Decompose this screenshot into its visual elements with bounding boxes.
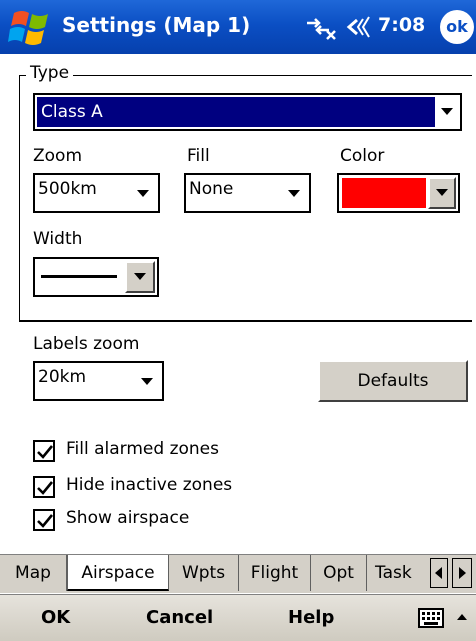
tab-opt[interactable]: Opt [311, 555, 367, 591]
help-softkey[interactable]: Help [288, 607, 334, 628]
checkmark-icon [37, 481, 54, 495]
width-select[interactable] [33, 257, 159, 297]
ok-softkey[interactable]: OK [41, 607, 70, 628]
labels-zoom-label: Labels zoom [33, 334, 140, 354]
checkmark-icon [37, 445, 54, 459]
fill-label: Fill [187, 146, 210, 166]
color-dropdown-button[interactable] [428, 177, 456, 209]
cancel-softkey[interactable]: Cancel [146, 607, 213, 628]
width-dropdown-button[interactable] [125, 261, 155, 293]
tab-scroll-left-button[interactable] [430, 558, 448, 588]
color-select[interactable] [337, 173, 460, 213]
chevron-down-icon [137, 190, 149, 197]
chevron-down-icon [436, 189, 448, 196]
ok-close-button[interactable]: ok [440, 10, 474, 44]
type-select[interactable]: Class A [33, 93, 462, 131]
fill-select[interactable]: None [184, 173, 311, 213]
window-title: Settings (Map 1) [62, 13, 251, 37]
checkmark-icon [37, 514, 54, 528]
type-select-value: Class A [41, 102, 103, 122]
checkbox-label: Hide inactive zones [66, 475, 233, 495]
tab-map[interactable]: Map [0, 555, 67, 591]
triangle-right-icon [459, 567, 466, 579]
color-swatch [342, 178, 426, 208]
line-width-preview [41, 275, 117, 278]
type-group-legend: Type [26, 63, 74, 83]
connectivity-icon[interactable] [305, 14, 337, 40]
tab-flight[interactable]: Flight [239, 555, 311, 591]
clock[interactable]: 7:08 [378, 14, 425, 36]
chevron-down-icon [441, 108, 453, 115]
chevron-down-icon [141, 378, 153, 385]
checkbox-box[interactable] [33, 440, 55, 462]
tab-bar: Map Airspace Wpts Flight Opt Task [0, 554, 476, 593]
keyboard-icon[interactable] [418, 608, 444, 628]
checkbox-label: Fill alarmed zones [66, 439, 219, 459]
zoom-select[interactable]: 500km [33, 173, 160, 213]
tab-wpts[interactable]: Wpts [169, 555, 239, 591]
labels-zoom-value: 20km [38, 367, 87, 387]
tab-airspace[interactable]: Airspace [67, 555, 169, 591]
checkbox-box[interactable] [33, 476, 55, 498]
fill-select-value: None [189, 179, 234, 199]
zoom-select-value: 500km [38, 179, 97, 199]
chevron-down-icon [288, 190, 300, 197]
chevron-up-icon[interactable] [455, 610, 469, 624]
checkbox-label: Show airspace [66, 508, 190, 528]
checkbox-box[interactable] [33, 509, 55, 531]
color-label: Color [340, 146, 385, 166]
width-label: Width [33, 229, 83, 249]
title-bar: Settings (Map 1) 7:08 ok [0, 0, 476, 54]
tab-task[interactable]: Task [367, 555, 429, 591]
triangle-left-icon [435, 567, 442, 579]
volume-icon[interactable] [345, 14, 373, 40]
softkey-bar: OK Cancel Help [0, 594, 476, 641]
tab-scroll-right-button[interactable] [452, 558, 472, 588]
zoom-label: Zoom [33, 146, 83, 166]
chevron-down-icon [134, 273, 146, 280]
windows-start-icon[interactable] [8, 7, 54, 47]
labels-zoom-select[interactable]: 20km [33, 361, 164, 401]
type-select-highlight: Class A [37, 97, 435, 127]
defaults-button[interactable]: Defaults [318, 360, 468, 402]
